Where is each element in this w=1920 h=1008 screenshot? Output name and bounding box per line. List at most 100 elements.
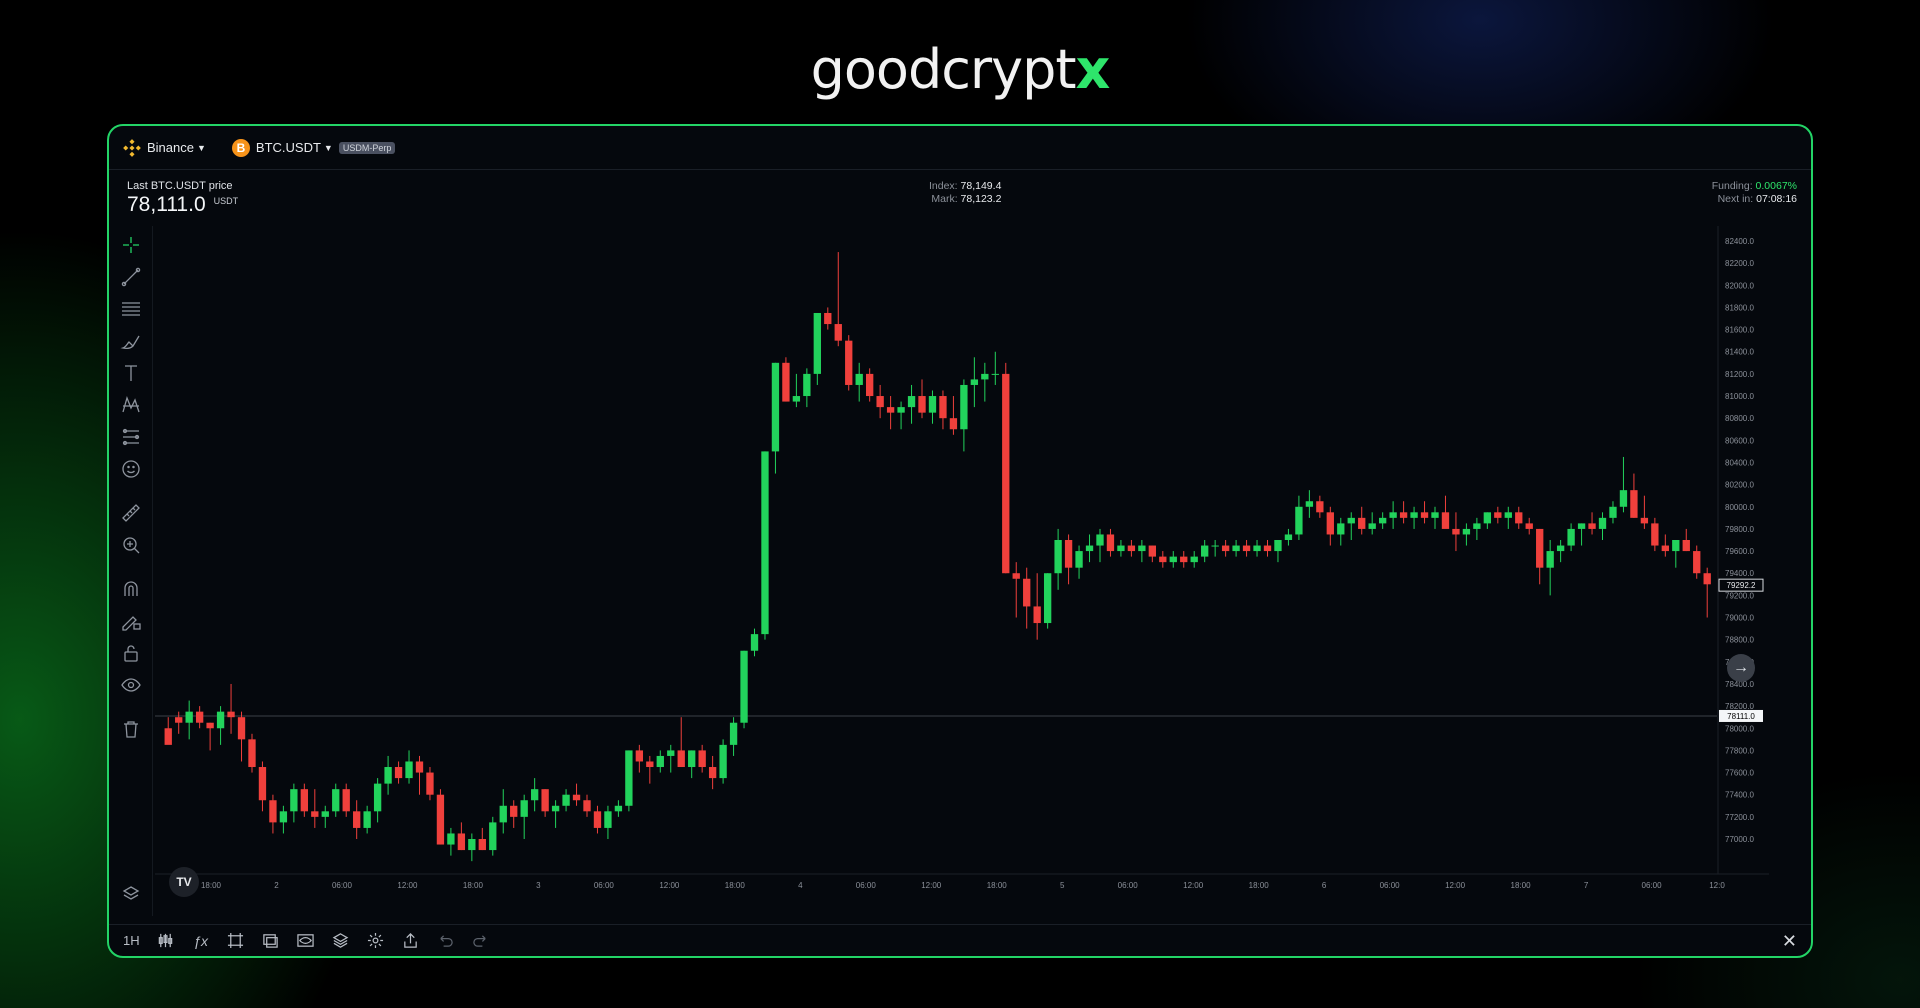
price-tick-label: 82000.0 <box>1725 281 1754 290</box>
candle-body <box>185 711 193 723</box>
candle-body <box>562 794 570 806</box>
emoji-icon[interactable] <box>120 458 142 480</box>
candle-body <box>939 396 947 419</box>
text-icon[interactable] <box>120 362 142 384</box>
candle-body <box>845 340 853 385</box>
candle-body <box>1023 578 1031 607</box>
prediction-icon[interactable] <box>120 426 142 448</box>
candle-body <box>876 396 884 408</box>
candle-body <box>593 811 602 828</box>
price-tick-label: 79800.0 <box>1725 525 1754 534</box>
candle-body <box>248 739 256 768</box>
candle-body <box>1054 540 1062 574</box>
candle-body <box>1420 512 1429 518</box>
price-tick-label: 77200.0 <box>1725 813 1754 822</box>
price-tick-label: 79000.0 <box>1725 614 1754 623</box>
close-icon[interactable]: ✕ <box>1782 931 1797 952</box>
price-tick-label: 80200.0 <box>1725 481 1754 490</box>
candle-body <box>1159 556 1167 563</box>
time-tick-label: 18:00 <box>1249 881 1270 890</box>
candle-body <box>290 789 298 812</box>
time-tick-label: 3 <box>536 881 541 890</box>
fullscreen-crop-icon[interactable] <box>227 932 245 950</box>
candle-body <box>1043 573 1052 624</box>
candle-body <box>1536 528 1544 568</box>
magnet-icon[interactable] <box>120 578 142 600</box>
candle-body <box>740 650 748 723</box>
candle-body <box>311 811 319 817</box>
ruler-icon[interactable] <box>120 502 142 524</box>
candlestick-chart[interactable]: 82400.0 82200.0 82000.0 81800.0 81600.0 81400… <box>155 226 1769 916</box>
price-tick-label: 79400.0 <box>1725 569 1754 578</box>
candle-body <box>269 800 277 823</box>
object-tree-icon[interactable] <box>121 884 141 904</box>
candle-body <box>698 750 706 768</box>
next-funding-value: 07:08:16 <box>1756 193 1797 205</box>
chevron-down-icon: ▼ <box>196 142 206 153</box>
chart-bottombar: 1H ƒx ✕ <box>109 924 1811 956</box>
undo-icon[interactable] <box>437 932 455 950</box>
candle-body <box>1358 517 1366 529</box>
fib-lines-icon[interactable] <box>120 298 142 320</box>
candle-body <box>1169 556 1177 563</box>
tradingview-logo[interactable]: TV <box>169 867 199 897</box>
candle-body <box>719 744 727 779</box>
funding-label: Funding: <box>1711 180 1753 192</box>
scroll-to-latest-button[interactable]: → <box>1727 654 1755 682</box>
settings-gear-icon[interactable] <box>367 932 385 950</box>
candle-body <box>1619 490 1628 507</box>
exchange-name: Binance <box>147 140 194 155</box>
zoom-in-icon[interactable] <box>120 534 142 556</box>
candle-body <box>1515 512 1523 524</box>
candle-body <box>332 789 340 812</box>
lock-icon[interactable] <box>120 642 142 664</box>
binance-icon <box>123 138 141 157</box>
interval-button[interactable]: 1H <box>123 932 140 950</box>
candle-type-icon[interactable] <box>157 932 175 950</box>
trend-line-icon[interactable] <box>120 266 142 288</box>
view-icon[interactable] <box>297 932 315 950</box>
candle-body <box>792 396 801 402</box>
candle-body <box>216 711 225 729</box>
lock-drawing-icon[interactable] <box>120 610 142 632</box>
price-tick-label: 77400.0 <box>1725 791 1754 800</box>
candle-body <box>426 772 434 795</box>
candle-body <box>1211 545 1219 547</box>
candle-body <box>855 373 863 385</box>
candle-body <box>394 767 403 779</box>
price-tick-label: 77000.0 <box>1725 835 1754 844</box>
candle-body <box>1263 545 1272 552</box>
candle-body <box>677 750 685 768</box>
pair-selector[interactable]: B BTC.USDT ▼ USDM-Perp <box>231 138 396 157</box>
candle-body <box>834 324 842 341</box>
price-chart[interactable]: 82400.0 82200.0 82000.0 81800.0 81600.0 81400… <box>155 226 1769 916</box>
candle-body <box>1672 540 1680 552</box>
candle-body <box>1525 523 1533 529</box>
crosshair-icon[interactable] <box>120 234 142 256</box>
candle-body <box>164 728 172 745</box>
trading-chart-window: Binance ▼ B BTC.USDT ▼ USDM-Perp Last BT… <box>107 124 1813 958</box>
compare-icon[interactable] <box>262 932 280 950</box>
candle-body <box>1630 490 1638 518</box>
candle-body <box>625 750 633 806</box>
eye-icon[interactable] <box>120 674 142 696</box>
redo-icon[interactable] <box>472 932 490 950</box>
brush-icon[interactable] <box>120 330 142 352</box>
candle-body <box>541 789 549 812</box>
pattern-icon[interactable] <box>120 394 142 416</box>
candle-body <box>897 407 905 413</box>
candle-body <box>604 811 612 828</box>
indicators-icon[interactable]: ƒx <box>192 932 210 950</box>
candle-body <box>1138 545 1146 552</box>
exchange-selector[interactable]: Binance ▼ <box>123 138 206 157</box>
candle-body <box>1221 545 1230 552</box>
share-upload-icon[interactable] <box>402 932 420 950</box>
candle-body <box>1316 501 1324 513</box>
candle-body <box>1693 551 1701 574</box>
candle-body <box>1598 517 1607 529</box>
price-tick-label: 81000.0 <box>1725 392 1754 401</box>
candle-body <box>750 634 759 651</box>
candle-body <box>656 755 664 768</box>
trash-icon[interactable] <box>120 718 142 740</box>
layers-icon[interactable] <box>332 932 350 950</box>
